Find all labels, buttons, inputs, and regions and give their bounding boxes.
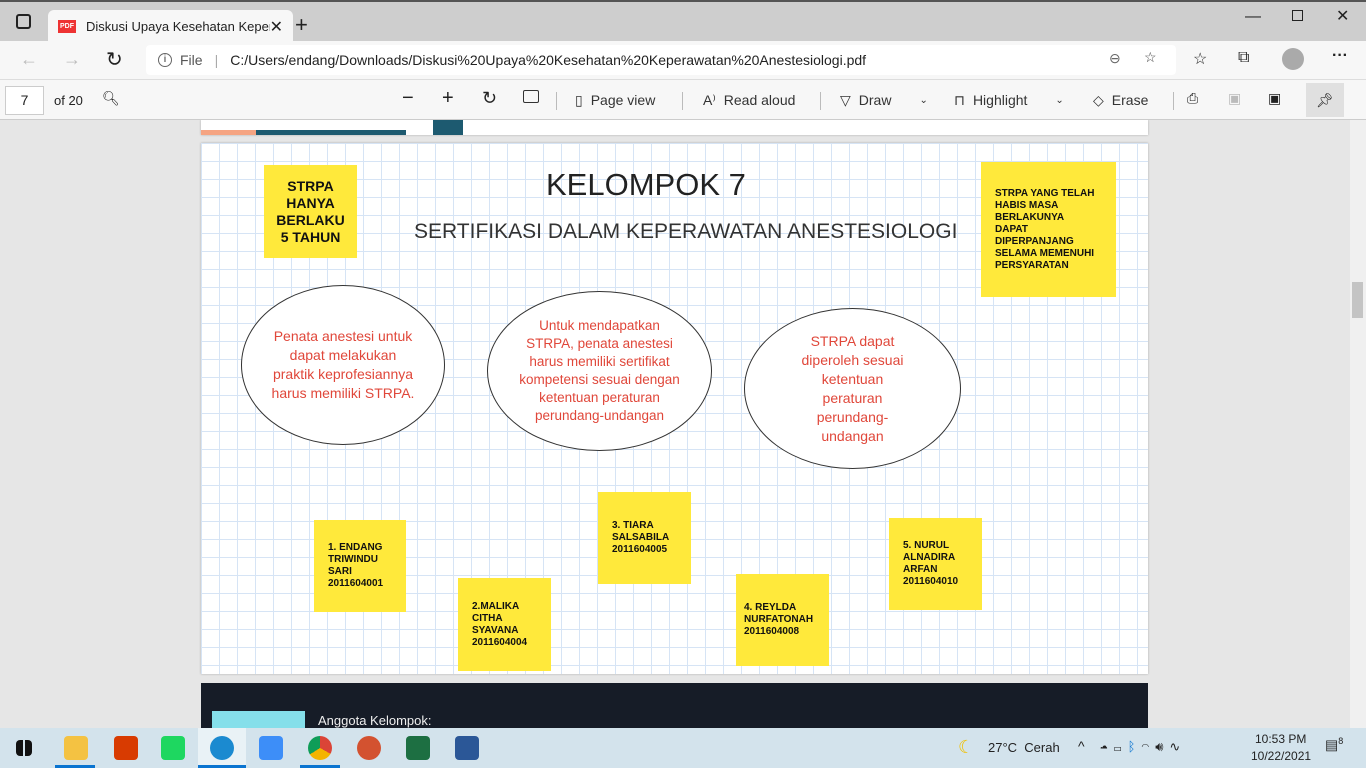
save-as-icon[interactable]: ▣: [1268, 90, 1281, 107]
draw-label: Draw: [858, 92, 892, 108]
divider: |: [214, 52, 219, 68]
fit-width-icon[interactable]: [523, 90, 539, 103]
new-tab-icon[interactable]: +: [295, 12, 308, 38]
rotate-icon[interactable]: ↻: [482, 88, 497, 109]
close-tab-icon[interactable]: ✕: [270, 17, 283, 37]
erase-label: Erase: [1111, 92, 1149, 108]
maximize-icon[interactable]: [1292, 10, 1303, 21]
page-view-button[interactable]: ▯ Page view: [575, 80, 655, 120]
clock-date[interactable]: 10/22/2021: [1251, 749, 1311, 763]
page-view-icon: ▯: [575, 91, 583, 108]
taskbar: ☾ 27°C Cerah ^ ☁▭ᛒ◠🔊︎∿ 10:53 PM 10/22/20…: [0, 728, 1366, 768]
edge-icon[interactable]: [210, 736, 234, 760]
tab-title: Diskusi Upaya Kesehatan Kepera: [86, 19, 270, 34]
scrollbar-thumb[interactable]: [1352, 282, 1363, 318]
pdf-page: STRPA HANYA BERLAKU 5 TAHUN KELOMPOK 7 S…: [201, 143, 1148, 674]
scrollbar[interactable]: [1350, 120, 1366, 728]
slide-title: KELOMPOK 7: [546, 167, 746, 202]
clock-time[interactable]: 10:53 PM: [1255, 732, 1306, 746]
read-aloud-button[interactable]: A⁾ Read aloud: [703, 80, 795, 120]
zoom-icon[interactable]: [259, 736, 283, 760]
excel-icon[interactable]: [406, 736, 430, 760]
info-icon: i: [158, 53, 172, 67]
collections-icon[interactable]: ⧉: [1238, 49, 1249, 67]
erase-button[interactable]: ◇ Erase: [1093, 80, 1148, 120]
member-note: 1. ENDANG TRIWINDU SARI 2011604001: [314, 520, 406, 612]
print-icon[interactable]: ⎙: [1187, 90, 1198, 107]
back-icon[interactable]: ←: [20, 49, 38, 70]
notifications-icon[interactable]: ▤8: [1325, 736, 1343, 754]
chevron-down-icon[interactable]: ⌄: [1055, 95, 1063, 106]
next-page: Anggota Kelompok:: [201, 683, 1148, 728]
powerpoint-icon[interactable]: [357, 736, 381, 760]
draw-button[interactable]: ▽ Draw ⌄: [840, 80, 928, 120]
add-favorite-icon[interactable]: ☆: [1144, 49, 1157, 66]
ellipse-statement-1: Penata anestesi untuk dapat melakukan pr…: [241, 285, 445, 445]
zoom-in-button[interactable]: +: [442, 87, 454, 110]
previous-page-bottom: [201, 120, 1148, 135]
system-tray-icons[interactable]: ☁▭ᛒ◠🔊︎∿: [1100, 739, 1186, 755]
pdf-icon: PDF: [58, 20, 76, 33]
weather-text[interactable]: 27°C Cerah: [988, 740, 1060, 755]
address-bar[interactable]: i File | C:/Users/endang/Downloads/Disku…: [146, 45, 1176, 75]
spotify-icon[interactable]: [161, 736, 185, 760]
chrome-icon[interactable]: [308, 736, 332, 760]
ellipse-statement-2: Untuk mendapatkan STRPA, penata anestesi…: [487, 291, 712, 451]
member-note: 3. TIARA SALSABILA 2011604005: [598, 492, 691, 584]
pdf-toolbar: 7 of 20 🔍︎ − + ↻ ▯ Page view A⁾ Read aloud…: [0, 79, 1366, 120]
page-count: of 20: [54, 93, 83, 108]
tab-actions-icon[interactable]: [16, 14, 31, 29]
member-note: 4. REYLDA NURFATONAH 2011604008: [736, 574, 829, 666]
word-icon[interactable]: [455, 736, 479, 760]
read-aloud-icon: A⁾: [703, 91, 716, 108]
save-icon: ▣: [1228, 90, 1242, 106]
slide-subtitle: SERTIFIKASI DALAM KEPERAWATAN ANESTESIOL…: [414, 220, 958, 243]
pdf-viewer: STRPA HANYA BERLAKU 5 TAHUN KELOMPOK 7 S…: [0, 120, 1366, 728]
eraser-icon: ◇: [1093, 91, 1104, 108]
refresh-icon[interactable]: ↻: [106, 47, 123, 72]
member-note: 2.MALIKA CITHA SYAVANA 2011604004: [458, 578, 551, 671]
office-icon[interactable]: [114, 736, 138, 760]
chevron-down-icon[interactable]: ⌄: [919, 95, 927, 106]
highlight-button[interactable]: ⊓ Highlight ⌄: [954, 80, 1064, 120]
more-icon[interactable]: ···: [1332, 47, 1348, 65]
minimize-icon[interactable]: —: [1245, 8, 1261, 26]
close-window-icon[interactable]: ✕: [1336, 6, 1349, 26]
page-number-input[interactable]: 7: [5, 86, 44, 115]
page-view-label: Page view: [590, 92, 656, 108]
cyan-block: [212, 711, 305, 728]
highlight-icon: ⊓: [954, 91, 965, 108]
highlight-label: Highlight: [972, 92, 1028, 108]
forward-icon[interactable]: →: [63, 49, 81, 70]
tab-bar: PDF Diskusi Upaya Kesehatan Kepera ✕ + —…: [0, 0, 1366, 43]
ellipse-statement-3: STRPA dapat diperoleh sesuai ketentuan p…: [744, 308, 961, 469]
avatar[interactable]: [1282, 48, 1304, 70]
read-aloud-label: Read aloud: [723, 92, 796, 108]
address-bar-row: ← → ↻ i File | C:/Users/endang/Downloads…: [0, 41, 1366, 79]
zoom-out-button[interactable]: −: [402, 87, 414, 110]
member-note: 5. NURUL ALNADIRA ARFAN 2011604010: [889, 518, 982, 610]
start-icon[interactable]: [16, 740, 32, 756]
pin-toolbar-button[interactable]: 📌︎: [1306, 83, 1344, 117]
url-text: C:/Users/endang/Downloads/Diskusi%20Upay…: [230, 52, 867, 68]
draw-icon: ▽: [840, 91, 851, 108]
url-scheme: File: [180, 52, 203, 68]
show-hidden-icons[interactable]: ^: [1078, 738, 1085, 754]
note-strpa-validity: STRPA HANYA BERLAKU 5 TAHUN: [264, 165, 357, 258]
members-heading: Anggota Kelompok:: [318, 713, 432, 728]
favorites-icon[interactable]: ☆: [1193, 49, 1207, 69]
file-explorer-icon[interactable]: [64, 736, 88, 760]
notification-count: 8: [1338, 736, 1344, 746]
search-icon[interactable]: 🔍︎: [102, 90, 120, 107]
browser-tab[interactable]: PDF Diskusi Upaya Kesehatan Kepera ✕: [48, 10, 293, 43]
weather-icon[interactable]: ☾: [958, 737, 974, 758]
note-strpa-renewal: STRPA YANG TELAH HABIS MASA BERLAKUNYA D…: [981, 162, 1116, 297]
zoom-out-icon[interactable]: ⊖: [1109, 50, 1121, 67]
